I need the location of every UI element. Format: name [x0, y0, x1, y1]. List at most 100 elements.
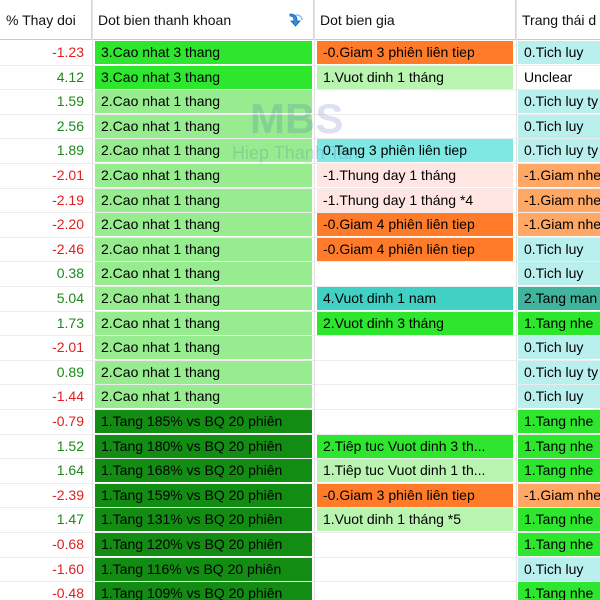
table-row[interactable]: -0.79 1.Tang 185% vs BQ 20 phiên 1.Tang nh… — [0, 409, 600, 434]
pct-change-cell: -0.79 — [0, 410, 90, 433]
pct-change-cell: -2.39 — [0, 483, 90, 507]
price-spike-cell: 2.Tiêp tuc Vuot dinh 3 th... — [317, 434, 513, 458]
table-row[interactable]: 5.04 2.Cao nhat 1 thang 4.Vuot dinh 1 nam 2… — [0, 286, 600, 311]
table-row[interactable]: -2.46 2.Cao nhat 1 thang -0.Giam 4 phiên l… — [0, 237, 600, 262]
table-row[interactable]: -2.20 2.Cao nhat 1 thang -0.Giam 4 phiên l… — [0, 212, 600, 237]
liquidity-spike-cell: 2.Cao nhat 1 thang — [95, 311, 312, 335]
price-spike-cell: -0.Giam 3 phiên liên tiep — [317, 483, 513, 507]
table-row[interactable]: -0.48 1.Tang 109% vs BQ 20 phiên 1.Tang nh… — [0, 581, 600, 600]
state-cell: Unclear — [524, 68, 573, 85]
liquidity-spike-cell: 3.Cao nhat 3 thang — [95, 41, 312, 64]
liquidity-spike-cell: 2.Cao nhat 1 thang — [95, 213, 312, 237]
pct-change-cell: 5.04 — [0, 287, 90, 310]
state-cell: 1.Tang nhe — [518, 508, 600, 532]
liquidity-spike-cell: 2.Cao nhat 1 thang — [95, 336, 312, 360]
column-header-liquidity-label: Dot bien thanh khoan — [98, 12, 232, 28]
state-cell: 1.Tang nhe — [518, 459, 600, 483]
liquidity-spike-cell: 1.Tang 131% vs BQ 20 phiên — [95, 508, 312, 532]
state-cell: 0.Tich luy — [518, 41, 600, 64]
table-row[interactable]: 1.89 2.Cao nhat 1 thang 0.Tang 3 phiên liê… — [0, 138, 600, 163]
table-row[interactable]: 1.52 1.Tang 180% vs BQ 20 phiên 2.Tiêp tuc… — [0, 434, 600, 459]
pct-change-cell: 0.89 — [0, 360, 90, 384]
pct-change-cell: -1.44 — [0, 385, 90, 409]
state-cell: 0.Tich luy — [518, 385, 600, 409]
pct-change-cell: 0.38 — [0, 262, 90, 286]
price-spike-cell — [317, 533, 513, 556]
price-spike-cell — [317, 115, 513, 138]
price-spike-cell: -1.Thung day 1 tháng *4 — [317, 188, 513, 212]
liquidity-spike-cell: 1.Tang 159% vs BQ 20 phiên — [95, 483, 312, 507]
liquidity-spike-cell: 1.Tang 116% vs BQ 20 phiên — [95, 557, 312, 581]
table-row[interactable]: -1.60 1.Tang 116% vs BQ 20 phiên 0.Tich lu… — [0, 557, 600, 582]
state-cell: -1.Giam nhe — [518, 188, 600, 212]
pct-change-cell: 1.47 — [0, 508, 90, 532]
price-spike-cell: 4.Vuot dinh 1 nam — [317, 287, 513, 310]
price-spike-cell: 1.Vuot dinh 1 tháng *5 — [317, 508, 513, 532]
liquidity-spike-cell: 2.Cao nhat 1 thang — [95, 90, 312, 114]
table-row[interactable]: 1.59 2.Cao nhat 1 thang 0.Tich luy ty — [0, 89, 600, 114]
state-cell: 1.Tang nhe — [518, 533, 600, 556]
price-spike-cell — [317, 90, 513, 113]
liquidity-spike-cell: 2.Cao nhat 1 thang — [95, 188, 312, 212]
column-header-pct-change[interactable]: % Thay doi — [0, 0, 92, 40]
table-row[interactable]: -0.68 1.Tang 120% vs BQ 20 phiên 1.Tang nh… — [0, 532, 600, 557]
pct-change-cell: 1.64 — [0, 459, 90, 483]
table-row[interactable]: 1.73 2.Cao nhat 1 thang 2.Vuot dinh 3 thán… — [0, 311, 600, 336]
pct-change-cell: -0.48 — [0, 582, 90, 600]
price-spike-cell: 2.Vuot dinh 3 tháng — [317, 311, 513, 335]
column-divider — [314, 0, 315, 600]
table-row[interactable]: 2.56 2.Cao nhat 1 thang 0.Tich luy — [0, 114, 600, 139]
state-cell: 0.Tich luy ty — [518, 139, 600, 163]
price-spike-cell: -0.Giam 4 phiên liên tiep — [317, 213, 513, 237]
state-cell: 0.Tich luy ty — [518, 360, 600, 384]
table-row[interactable]: 1.64 1.Tang 168% vs BQ 20 phiên 1.Tiêp tuc… — [0, 458, 600, 483]
price-spike-cell: -0.Giam 3 phiên liên tiep — [317, 41, 513, 64]
price-spike-cell — [317, 410, 513, 433]
table-row[interactable]: -2.01 2.Cao nhat 1 thang 0.Tich luy — [0, 335, 600, 360]
price-spike-cell: -1.Thung day 1 tháng — [317, 164, 513, 187]
state-cell: 0.Tich luy — [518, 336, 600, 360]
pct-change-cell: -0.68 — [0, 533, 90, 556]
state-cell: 0.Tich luy — [518, 262, 600, 286]
table-row[interactable]: 1.47 1.Tang 131% vs BQ 20 phiên 1.Vuot din… — [0, 507, 600, 532]
pct-change-cell: -2.01 — [0, 164, 90, 187]
table-row[interactable]: 4.12 3.Cao nhat 3 thang 1.Vuot dinh 1 thán… — [0, 65, 600, 90]
table-row[interactable]: -2.01 2.Cao nhat 1 thang -1.Thung day 1 th… — [0, 163, 600, 188]
table-row[interactable]: 0.38 2.Cao nhat 1 thang 0.Tich luy — [0, 261, 600, 286]
table-row[interactable]: -1.44 2.Cao nhat 1 thang 0.Tich luy — [0, 384, 600, 409]
sort-arrow-icon[interactable] — [287, 12, 305, 28]
column-header-price-spike[interactable]: Dot bien gia — [314, 0, 516, 40]
pct-change-cell: -1.23 — [0, 41, 90, 64]
liquidity-spike-cell: 1.Tang 168% vs BQ 20 phiên — [95, 459, 312, 483]
state-cell: 1.Tang nhe — [518, 311, 600, 335]
liquidity-spike-cell: 2.Cao nhat 1 thang — [95, 114, 312, 138]
table-row[interactable]: -2.19 2.Cao nhat 1 thang -1.Thung day 1 th… — [0, 188, 600, 213]
state-cell: -1.Giam nhe — [518, 213, 600, 237]
table-row[interactable]: -1.23 3.Cao nhat 3 thang -0.Giam 3 phiên l… — [0, 40, 600, 65]
stock-screener-grid: % Thay doi Dot bien thanh khoan Dot bien… — [0, 0, 600, 600]
price-spike-cell: 1.Vuot dinh 1 tháng — [317, 65, 513, 89]
price-spike-cell: 1.Tiêp tuc Vuot dinh 1 th... — [317, 459, 513, 483]
state-cell: 1.Tang nhe — [518, 582, 600, 600]
liquidity-spike-cell: 2.Cao nhat 1 thang — [95, 360, 312, 384]
state-cell: 0.Tich luy — [518, 557, 600, 581]
grid-header: % Thay doi Dot bien thanh khoan Dot bien… — [0, 0, 600, 40]
pct-change-cell: 1.89 — [0, 139, 90, 163]
price-spike-cell — [317, 385, 513, 408]
column-header-state[interactable]: Trang thái d — [516, 0, 600, 40]
liquidity-spike-cell: 2.Cao nhat 1 thang — [95, 262, 312, 286]
liquidity-spike-cell: 1.Tang 120% vs BQ 20 phiên — [95, 533, 312, 556]
price-spike-cell — [317, 361, 513, 384]
liquidity-spike-cell: 2.Cao nhat 1 thang — [95, 385, 312, 409]
pct-change-cell: 2.56 — [0, 114, 90, 138]
column-header-liquidity-spike[interactable]: Dot bien thanh khoan — [92, 0, 314, 40]
table-row[interactable]: -2.39 1.Tang 159% vs BQ 20 phiên -0.Giam 3… — [0, 483, 600, 508]
price-spike-cell: 0.Tang 3 phiên liên tiep — [317, 139, 513, 163]
price-spike-cell — [317, 582, 513, 600]
liquidity-spike-cell: 1.Tang 180% vs BQ 20 phiên — [95, 434, 312, 458]
table-row[interactable]: 0.89 2.Cao nhat 1 thang 0.Tich luy ty — [0, 360, 600, 385]
state-cell: 0.Tich luy — [518, 237, 600, 261]
state-cell: 1.Tang nhe — [518, 410, 600, 433]
state-cell: 0.Tich luy ty — [518, 90, 600, 114]
pct-change-cell: -2.01 — [0, 336, 90, 360]
